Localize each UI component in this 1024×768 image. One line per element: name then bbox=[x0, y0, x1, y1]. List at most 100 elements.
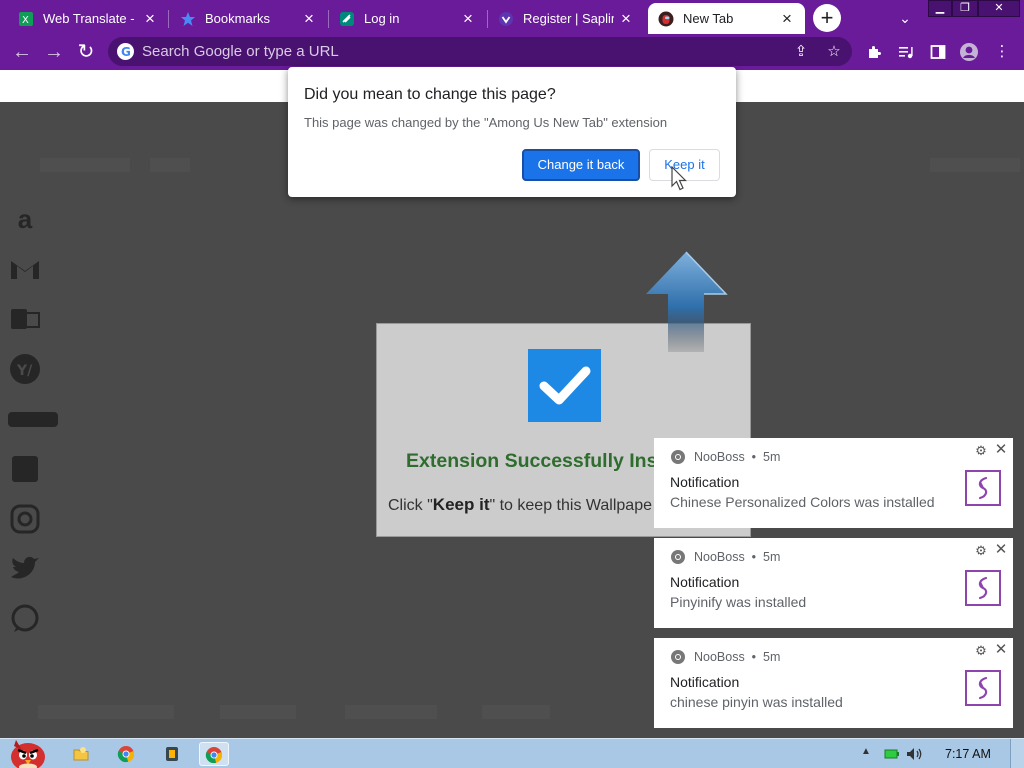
profile-avatar-icon[interactable] bbox=[959, 42, 979, 62]
notification-source: NooBoss • 5m bbox=[694, 450, 781, 464]
twitter-icon[interactable] bbox=[8, 552, 42, 586]
instagram-icon[interactable] bbox=[8, 502, 42, 536]
notification-time: 5m bbox=[763, 450, 781, 464]
tab-register-sapling[interactable]: Register | Saplin × bbox=[488, 3, 644, 34]
side-panel-icon[interactable] bbox=[928, 42, 948, 62]
tab-new-tab[interactable]: New Tab × bbox=[648, 3, 805, 34]
nooboss-logo-icon bbox=[965, 670, 1001, 706]
tab-log-in[interactable]: Log in × bbox=[329, 3, 486, 34]
extension-instruction: Click "Keep it" to keep this Wallpape bbox=[388, 495, 652, 515]
minimize-button[interactable]: ▁ bbox=[928, 0, 952, 17]
google-icon: G bbox=[117, 43, 134, 60]
back-button[interactable]: ← bbox=[9, 39, 35, 65]
notification-app-name: NooBoss bbox=[694, 450, 745, 464]
notification-title: Notification bbox=[670, 474, 740, 490]
close-window-button[interactable]: ✕ bbox=[978, 0, 1020, 17]
gmail-icon[interactable] bbox=[8, 252, 42, 286]
battery-icon[interactable] bbox=[884, 748, 900, 760]
notification-app-name: NooBoss bbox=[694, 650, 745, 664]
translate-icon: X bbox=[18, 11, 34, 27]
faint-bottom-link[interactable] bbox=[345, 705, 437, 719]
reload-button[interactable]: ↻ bbox=[73, 39, 99, 65]
notification-card[interactable]: NooBoss • 5m Notification chinese pinyin… bbox=[654, 638, 1013, 728]
faint-bottom-link[interactable] bbox=[482, 705, 550, 719]
extensions-icon[interactable] bbox=[864, 42, 884, 62]
gear-icon[interactable]: ⚙ bbox=[974, 544, 988, 558]
tab-bookmarks[interactable]: Bookmarks × bbox=[170, 3, 327, 34]
media-controls-icon[interactable] bbox=[896, 42, 916, 62]
notification-source: NooBoss • 5m bbox=[694, 650, 781, 664]
close-icon[interactable]: × bbox=[779, 10, 795, 27]
close-icon[interactable]: × bbox=[301, 10, 317, 27]
chrome-active-task[interactable] bbox=[199, 742, 229, 766]
instruction-prefix: Click " bbox=[388, 497, 433, 514]
tab-web-translate[interactable]: X Web Translate - × bbox=[8, 3, 168, 34]
gear-icon[interactable]: ⚙ bbox=[974, 444, 988, 458]
close-icon[interactable]: ✕ bbox=[994, 542, 1008, 557]
new-tab-button[interactable]: + bbox=[813, 4, 841, 32]
notification-title: Notification bbox=[670, 674, 740, 690]
bookmark-star-icon[interactable]: ☆ bbox=[824, 42, 844, 62]
menu-kebab-icon[interactable]: ⋮ bbox=[992, 42, 1012, 62]
extension-success-title: Extension Successfully Ins bbox=[406, 450, 658, 472]
tab-search-icon[interactable]: ⌄ bbox=[895, 8, 915, 28]
tab-title: Register | Saplin bbox=[523, 11, 614, 26]
game-app-icon[interactable] bbox=[157, 742, 187, 766]
gear-icon[interactable]: ⚙ bbox=[974, 644, 988, 658]
sapling-icon bbox=[498, 11, 514, 27]
amazon-icon[interactable]: a bbox=[8, 202, 42, 236]
notification-card[interactable]: NooBoss • 5m Notification Pinyinify was … bbox=[654, 538, 1013, 628]
faint-bottom-link[interactable] bbox=[220, 705, 296, 719]
chrome-notification-icon bbox=[670, 549, 686, 565]
notification-time: 5m bbox=[763, 650, 781, 664]
tab-title: Web Translate - bbox=[43, 11, 135, 26]
faint-bottom-link[interactable] bbox=[38, 705, 174, 719]
notification-body: Chinese Personalized Colors was installe… bbox=[670, 494, 935, 510]
change-it-back-button[interactable]: Change it back bbox=[522, 149, 640, 181]
nooboss-logo-icon bbox=[965, 470, 1001, 506]
tab-title: Log in bbox=[364, 11, 400, 26]
show-desktop-button[interactable] bbox=[1010, 739, 1024, 768]
instruction-keep-it: Keep it bbox=[432, 495, 490, 514]
nooboss-logo-icon bbox=[965, 570, 1001, 606]
restore-button[interactable]: ❐ bbox=[952, 0, 978, 17]
dialog-title: Did you mean to change this page? bbox=[304, 86, 556, 103]
notification-card[interactable]: NooBoss • 5m Notification Chinese Person… bbox=[654, 438, 1013, 528]
login-icon bbox=[339, 11, 355, 27]
volume-icon[interactable] bbox=[906, 747, 924, 761]
close-icon[interactable]: ✕ bbox=[994, 642, 1008, 657]
facebook-icon[interactable] bbox=[8, 452, 42, 486]
svg-text:G: G bbox=[121, 45, 131, 59]
windows-taskbar: ▲ 7:17 AM bbox=[0, 738, 1024, 768]
outlook-icon[interactable] bbox=[8, 302, 42, 336]
taskbar-clock[interactable]: 7:17 AM bbox=[945, 747, 991, 761]
share-icon[interactable]: ⇪ bbox=[791, 42, 811, 62]
chrome-taskbar-icon[interactable] bbox=[111, 742, 141, 766]
forward-button[interactable]: → bbox=[41, 39, 67, 65]
tab-strip: X Web Translate - × Bookmarks × Log in ×… bbox=[0, 0, 1024, 34]
yahoo-icon[interactable]: Y/ bbox=[8, 352, 42, 386]
file-explorer-icon[interactable] bbox=[66, 742, 96, 766]
faint-top-link[interactable] bbox=[40, 158, 130, 172]
close-icon[interactable]: ✕ bbox=[994, 442, 1008, 457]
close-icon[interactable]: × bbox=[142, 10, 158, 27]
close-icon[interactable]: × bbox=[618, 10, 634, 27]
dialog-message: This page was changed by the "Among Us N… bbox=[304, 115, 668, 130]
omnibox[interactable]: G Search Google or type a URL ⇪ ☆ bbox=[108, 37, 852, 66]
notification-body: chinese pinyin was installed bbox=[670, 694, 843, 710]
notification-body: Pinyinify was installed bbox=[670, 594, 807, 610]
checkmark-icon bbox=[528, 349, 601, 422]
faint-top-link[interactable] bbox=[150, 158, 190, 172]
show-hidden-icons-icon[interactable]: ▲ bbox=[861, 746, 871, 757]
tab-separator bbox=[168, 10, 169, 28]
notification-source: NooBoss • 5m bbox=[694, 550, 781, 564]
notification-time: 5m bbox=[763, 550, 781, 564]
youtube-icon[interactable] bbox=[8, 402, 58, 436]
chrome-notification-icon bbox=[670, 649, 686, 665]
mouse-cursor-icon bbox=[670, 166, 688, 192]
faint-top-link[interactable] bbox=[930, 158, 1020, 172]
extension-change-dialog: Did you mean to change this page? This p… bbox=[288, 67, 736, 197]
whatsapp-icon[interactable] bbox=[8, 602, 42, 636]
close-icon[interactable]: × bbox=[460, 10, 476, 27]
start-button[interactable] bbox=[4, 731, 50, 768]
